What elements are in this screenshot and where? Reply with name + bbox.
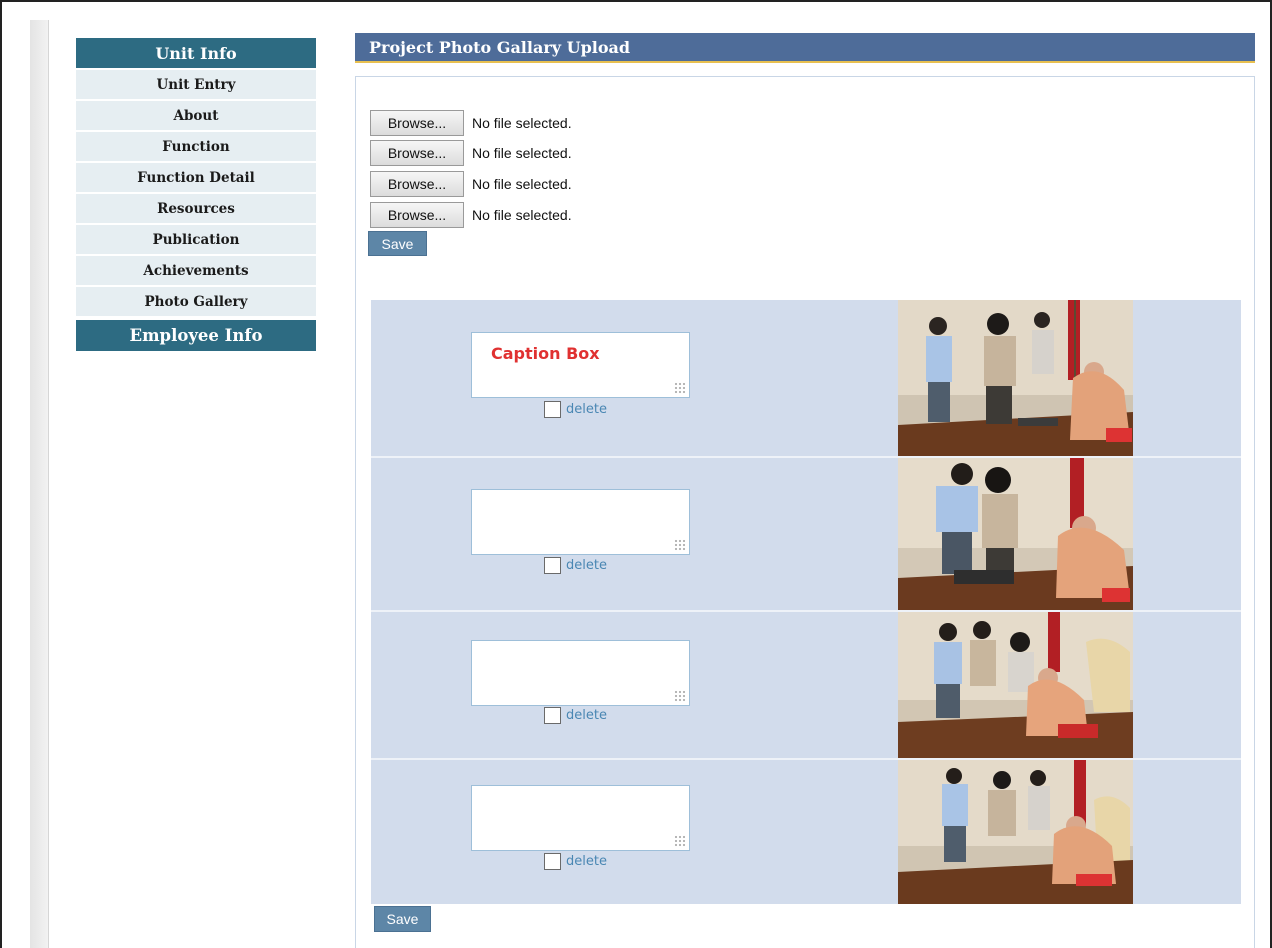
sidebar-item-unit-entry[interactable]: Unit Entry xyxy=(76,70,316,99)
sidebar-item-function-detail[interactable]: Function Detail xyxy=(76,163,316,192)
photo-thumbnail xyxy=(898,458,1133,610)
sidebar-item-about[interactable]: About xyxy=(76,101,316,130)
gallery-row: delete xyxy=(371,612,1241,758)
caption-text: Caption Box xyxy=(491,344,600,363)
delete-checkbox[interactable] xyxy=(544,557,561,574)
photo-icon xyxy=(898,300,1133,456)
delete-control: delete xyxy=(544,853,607,870)
photo-gallery: Caption Box delete delete delete delete xyxy=(371,300,1241,904)
page-left-strip xyxy=(30,20,48,948)
caption-input[interactable] xyxy=(471,785,690,851)
sidebar-item-achievements[interactable]: Achievements xyxy=(76,256,316,285)
window-top-border xyxy=(0,0,1272,2)
file-upload-row: Browse... No file selected. xyxy=(370,202,572,228)
delete-control: delete xyxy=(544,707,607,724)
file-status: No file selected. xyxy=(472,145,572,161)
browse-button[interactable]: Browse... xyxy=(370,202,464,228)
gallery-row: delete xyxy=(371,760,1241,904)
delete-control: delete xyxy=(544,557,607,574)
sidebar-item-resources[interactable]: Resources xyxy=(76,194,316,223)
window-left-border xyxy=(0,0,2,948)
bottom-save-button[interactable]: Save xyxy=(374,906,431,932)
file-upload-row: Browse... No file selected. xyxy=(370,140,572,166)
browse-button[interactable]: Browse... xyxy=(370,171,464,197)
photo-icon xyxy=(898,760,1133,904)
page-title: Project Photo Gallary Upload xyxy=(355,33,1255,63)
gallery-row: delete xyxy=(371,458,1241,610)
photo-icon xyxy=(898,612,1133,758)
sidebar-header-unit-info[interactable]: Unit Info xyxy=(76,38,316,68)
sidebar-item-photo-gallery[interactable]: Photo Gallery xyxy=(76,287,316,316)
photo-thumbnail xyxy=(898,300,1133,456)
browse-button[interactable]: Browse... xyxy=(370,110,464,136)
sidebar-item-publication[interactable]: Publication xyxy=(76,225,316,254)
delete-label[interactable]: delete xyxy=(566,854,607,869)
resize-grip-icon[interactable] xyxy=(674,835,686,847)
caption-input[interactable] xyxy=(471,489,690,555)
file-upload-row: Browse... No file selected. xyxy=(370,171,572,197)
delete-label[interactable]: delete xyxy=(566,708,607,723)
delete-checkbox[interactable] xyxy=(544,401,561,418)
browse-button[interactable]: Browse... xyxy=(370,140,464,166)
sidebar: Unit Info Unit Entry About Function Func… xyxy=(76,38,316,351)
file-upload-row: Browse... No file selected. xyxy=(370,110,572,136)
file-status: No file selected. xyxy=(472,207,572,223)
file-status: No file selected. xyxy=(472,176,572,192)
photo-thumbnail xyxy=(898,612,1133,758)
save-button[interactable]: Save xyxy=(368,231,427,256)
photo-thumbnail xyxy=(898,760,1133,904)
delete-checkbox[interactable] xyxy=(544,707,561,724)
delete-control: delete xyxy=(544,401,607,418)
resize-grip-icon[interactable] xyxy=(674,690,686,702)
delete-label[interactable]: delete xyxy=(566,402,607,417)
sidebar-item-function[interactable]: Function xyxy=(76,132,316,161)
resize-grip-icon[interactable] xyxy=(674,382,686,394)
file-status: No file selected. xyxy=(472,115,572,131)
caption-input[interactable]: Caption Box xyxy=(471,332,690,398)
caption-input[interactable] xyxy=(471,640,690,706)
photo-icon xyxy=(898,458,1133,610)
resize-grip-icon[interactable] xyxy=(674,539,686,551)
delete-checkbox[interactable] xyxy=(544,853,561,870)
sidebar-header-employee-info[interactable]: Employee Info xyxy=(76,320,316,351)
page-left-divider xyxy=(48,20,49,948)
delete-label[interactable]: delete xyxy=(566,558,607,573)
gallery-row: Caption Box delete xyxy=(371,300,1241,456)
